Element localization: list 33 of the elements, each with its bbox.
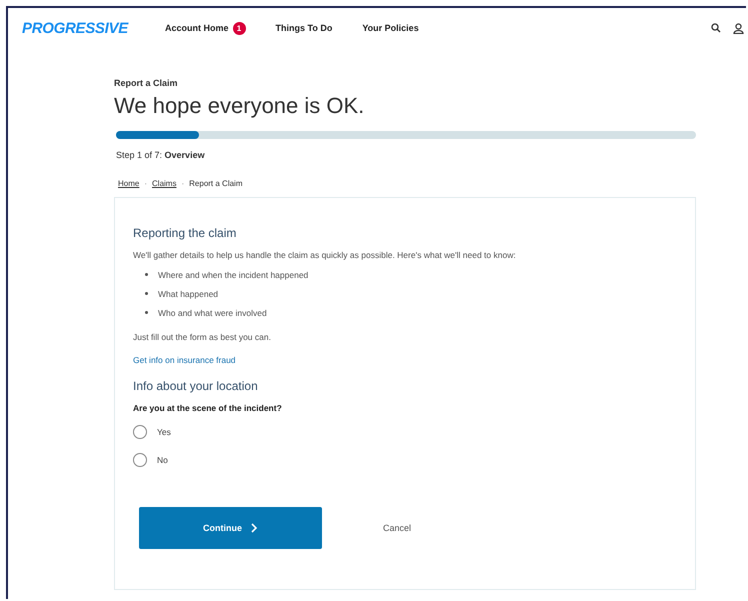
- list-item: Who and what were involved: [158, 308, 267, 318]
- search-icon[interactable]: [711, 23, 721, 33]
- nav-link[interactable]: Things To Do: [276, 22, 332, 34]
- list-item: Where and when the incident happened: [158, 270, 308, 280]
- breadcrumb-link[interactable]: Home: [118, 179, 140, 188]
- radio-button[interactable]: [133, 453, 147, 467]
- notification-badge: 1: [232, 22, 246, 34]
- note-text: Just fill out the form as best you can.: [133, 332, 272, 342]
- bullet-icon: [145, 273, 148, 276]
- user-icon[interactable]: [733, 22, 744, 34]
- radio-button[interactable]: [133, 425, 147, 439]
- radio-label[interactable]: No: [157, 455, 168, 465]
- breadcrumb-separator: ·: [181, 179, 184, 188]
- cancel-link[interactable]: Cancel: [383, 523, 412, 533]
- card-heading: Reporting the claim: [133, 226, 238, 240]
- bullet-icon: [145, 292, 148, 295]
- bullet-icon: [145, 311, 148, 314]
- intro-text: We'll gather details to help us handle the claim as quickly as possible. Here's what we'll need to know:: [133, 250, 517, 260]
- breadcrumb-separator: ·: [144, 179, 148, 188]
- breadcrumb-link[interactable]: Claims: [152, 179, 176, 188]
- nav-link[interactable]: Account Home 1: [165, 22, 246, 34]
- continue-button[interactable]: Continue: [139, 507, 322, 549]
- radio-label[interactable]: Yes: [157, 427, 171, 437]
- section-heading: Info about your location: [133, 379, 259, 393]
- breadcrumb-current: Report a Claim: [189, 179, 242, 188]
- page-eyebrow: Report a Claim: [114, 78, 179, 88]
- fraud-info-link[interactable]: Get info on insurance fraud: [133, 355, 236, 365]
- nav-link[interactable]: Your Policies: [362, 22, 419, 34]
- list-item: What happened: [158, 288, 218, 298]
- chevron-right-icon: [250, 523, 258, 533]
- step-label: Step 1 of 7: Overview: [116, 150, 206, 160]
- question-label: Are you at the scene of the incident?: [133, 403, 283, 413]
- page-title: We hope everyone is OK.: [114, 93, 366, 119]
